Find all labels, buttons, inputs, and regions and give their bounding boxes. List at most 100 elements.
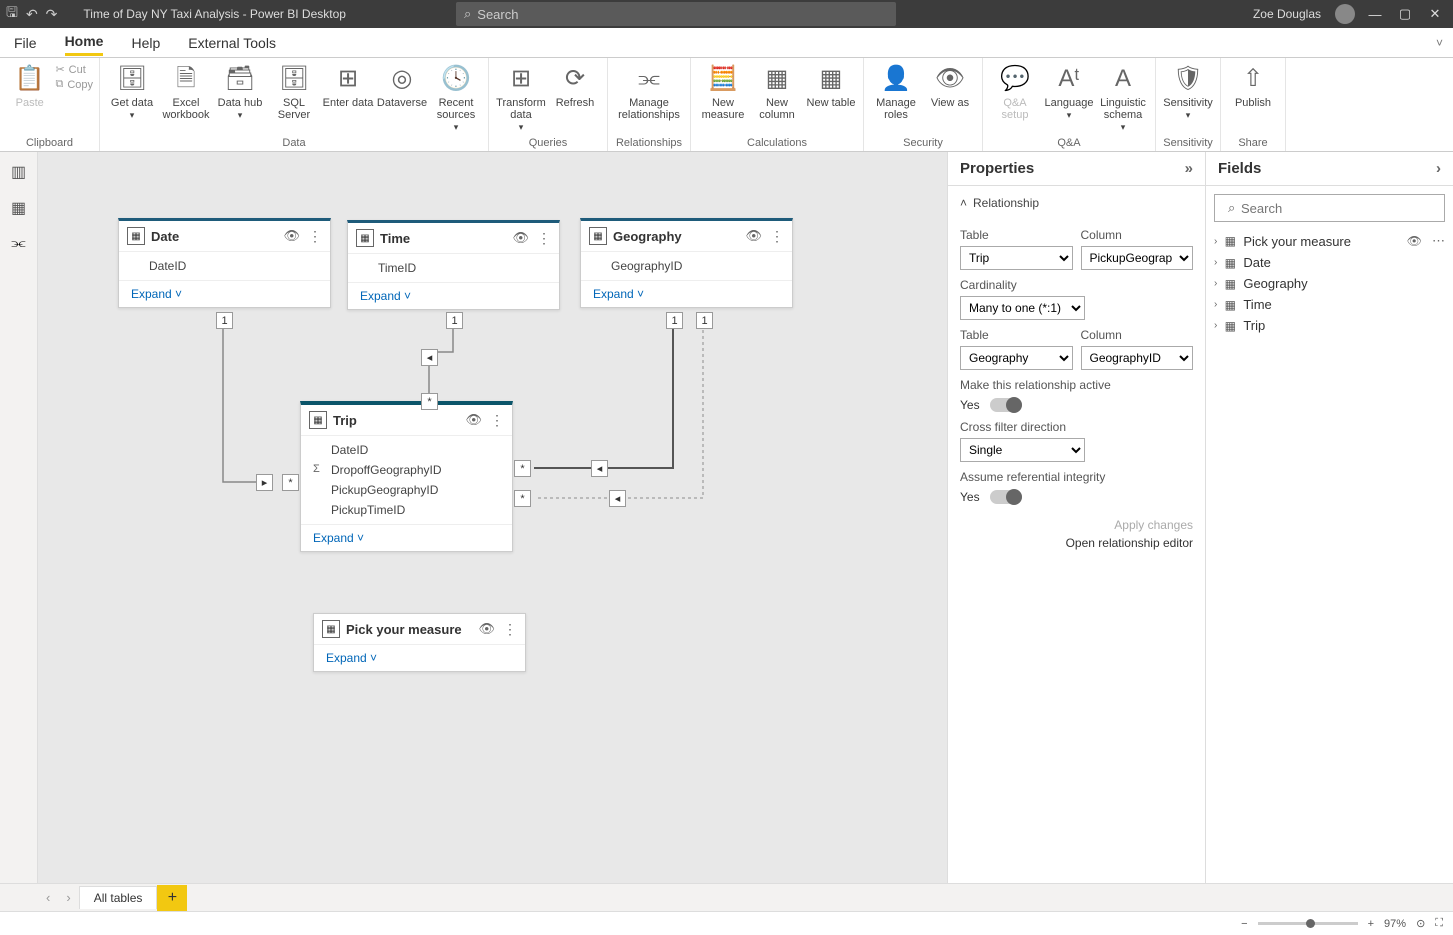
chevron-down-icon: ˅ (637, 287, 644, 301)
fullscreen-icon[interactable]: ⛶ (1435, 917, 1443, 930)
minimize-button[interactable]: — (1365, 7, 1385, 22)
sql-server-button[interactable]: 🗄SQL Server (268, 61, 320, 121)
redo-icon[interactable]: ↷ (46, 6, 58, 23)
linguistic-schema-button[interactable]: ALinguistic schema▾ (1097, 61, 1149, 133)
referential-toggle[interactable] (990, 490, 1022, 504)
column1-select[interactable]: PickupGeographyID (1081, 246, 1194, 270)
user-name[interactable]: Zoe Douglas (1253, 7, 1321, 21)
cardinality-select[interactable]: Many to one (*:1) (960, 296, 1085, 320)
ribbon-tabs: File Home Help External Tools ˅ (0, 28, 1453, 58)
model-canvas[interactable]: ▦ Date 👁 ⋮ DateID Expand ˅ ▦ Time 👁 ⋮ Ti… (38, 152, 947, 883)
collapse-ribbon-icon[interactable]: ˅ (1436, 36, 1443, 50)
maximize-button[interactable]: ▢ (1395, 6, 1415, 22)
new-measure-button[interactable]: 🧮New measure (697, 61, 749, 121)
relationship-section[interactable]: ˄ Relationship (960, 196, 1193, 210)
sensitivity-icon: 🛡 (1172, 63, 1204, 95)
recent-sources-button[interactable]: 🕓Recent sources▾ (430, 61, 482, 133)
dataverse-button[interactable]: ◎Dataverse (376, 61, 428, 109)
visibility-icon[interactable]: 👁 (465, 412, 482, 428)
collapse-panel-icon[interactable]: › (1436, 160, 1441, 177)
data-hub-button[interactable]: 🗃Data hub▾ (214, 61, 266, 121)
tab-help[interactable]: Help (131, 31, 160, 55)
expand-button[interactable]: Expand ˅ (348, 282, 559, 309)
table1-select[interactable]: Trip (960, 246, 1073, 270)
field-table-date[interactable]: ›▦ Date (1214, 252, 1445, 273)
tab-external-tools[interactable]: External Tools (188, 31, 276, 55)
sensitivity-button[interactable]: 🛡Sensitivity▾ (1162, 61, 1214, 121)
zoom-slider[interactable] (1258, 922, 1358, 925)
add-page-button[interactable]: + (157, 885, 187, 911)
manage-relationships-button[interactable]: ⫘Manage relationships (614, 61, 684, 121)
zoom-in-button[interactable]: + (1368, 918, 1374, 930)
get-data-button[interactable]: 🗄Get data▾ (106, 61, 158, 121)
enter-data-button[interactable]: ⊞Enter data (322, 61, 374, 109)
column-pickuptimeid[interactable]: PickupTimeID (301, 500, 512, 520)
report-view-icon[interactable]: ▥ (7, 160, 31, 184)
table-date[interactable]: ▦ Date 👁 ⋮ DateID Expand ˅ (118, 218, 331, 308)
view-as-button[interactable]: 👁View as (924, 61, 976, 109)
new-column-button[interactable]: ▦New column (751, 61, 803, 121)
column-dateid[interactable]: DateID (301, 440, 512, 460)
more-icon[interactable]: ⋯ (1432, 233, 1445, 249)
table-pick-your-measure[interactable]: ▦ Pick your measure 👁 ⋮ Expand ˅ (313, 613, 526, 672)
expand-button[interactable]: Expand ˅ (119, 280, 330, 307)
table-geography[interactable]: ▦ Geography 👁 ⋮ GeographyID Expand ˅ (580, 218, 793, 308)
field-table-geography[interactable]: ›▦ Geography (1214, 273, 1445, 294)
cut-button: ✂Cut (55, 63, 93, 76)
close-button[interactable]: ✕ (1425, 6, 1445, 22)
column-timeid[interactable]: TimeID (348, 258, 559, 278)
fit-to-page-icon[interactable]: ⊙ (1416, 917, 1425, 930)
more-icon[interactable]: ⋮ (503, 621, 517, 638)
next-page-button[interactable]: › (58, 890, 78, 905)
zoom-out-button[interactable]: − (1241, 918, 1247, 930)
cardinality-many: * (421, 393, 438, 410)
collapse-panel-icon[interactable]: » (1185, 160, 1193, 177)
table-trip[interactable]: ▦ Trip 👁 ⋮ DateID ΣDropoffGeographyID Pi… (300, 401, 513, 552)
more-icon[interactable]: ⋮ (770, 228, 784, 245)
tab-all-tables[interactable]: All tables (79, 886, 158, 909)
publish-button[interactable]: ⇧Publish (1227, 61, 1279, 109)
more-icon[interactable]: ⋮ (537, 230, 551, 247)
column2-select[interactable]: GeographyID (1081, 346, 1194, 370)
expand-button[interactable]: Expand ˅ (301, 524, 512, 551)
data-view-icon[interactable]: ▦ (7, 196, 31, 220)
visibility-icon[interactable]: 👁 (283, 228, 300, 244)
manage-roles-button[interactable]: 👤Manage roles (870, 61, 922, 121)
undo-icon[interactable]: ↶ (26, 6, 38, 23)
new-table-button[interactable]: ▦New table (805, 61, 857, 109)
field-table-pick-your-measure[interactable]: ›▦ Pick your measure 👁 ⋯ (1214, 230, 1445, 252)
more-icon[interactable]: ⋮ (308, 228, 322, 245)
avatar[interactable] (1335, 4, 1355, 24)
field-table-time[interactable]: ›▦ Time (1214, 294, 1445, 315)
column-dateid[interactable]: DateID (119, 256, 330, 276)
visibility-icon[interactable]: 👁 (478, 621, 495, 637)
tab-home[interactable]: Home (65, 29, 104, 56)
visibility-icon[interactable]: 👁 (1407, 234, 1422, 248)
prev-page-button[interactable]: ‹ (38, 890, 58, 905)
language-button[interactable]: AᵗLanguage▾ (1043, 61, 1095, 121)
table-icon: ▦ (127, 227, 145, 245)
visibility-icon[interactable]: 👁 (512, 230, 529, 246)
excel-button[interactable]: 🗎Excel workbook (160, 61, 212, 121)
column-geographyid[interactable]: GeographyID (581, 256, 792, 276)
expand-button[interactable]: Expand ˅ (314, 644, 525, 671)
refresh-button[interactable]: ⟳Refresh (549, 61, 601, 109)
global-search[interactable]: ⌕ Search (456, 2, 896, 26)
tab-file[interactable]: File (14, 31, 37, 55)
fields-search-input[interactable] (1214, 194, 1445, 222)
save-icon[interactable]: 🖫 (6, 2, 18, 26)
model-view-icon[interactable]: ⫘ (7, 232, 31, 256)
transform-data-button[interactable]: ⊞Transform data▾ (495, 61, 547, 133)
expand-button[interactable]: Expand ˅ (581, 280, 792, 307)
table-time[interactable]: ▦ Time 👁 ⋮ TimeID Expand ˅ (347, 220, 560, 310)
apply-changes-link: Apply changes (960, 518, 1193, 532)
column-pickupgeographyid[interactable]: PickupGeographyID (301, 480, 512, 500)
more-icon[interactable]: ⋮ (490, 412, 504, 429)
field-table-trip[interactable]: ›▦ Trip (1214, 315, 1445, 336)
active-toggle[interactable] (990, 398, 1022, 412)
crossfilter-select[interactable]: Single (960, 438, 1085, 462)
visibility-icon[interactable]: 👁 (745, 228, 762, 244)
open-relationship-editor-link[interactable]: Open relationship editor (960, 536, 1193, 550)
column-dropoffgeographyid[interactable]: ΣDropoffGeographyID (301, 460, 512, 480)
table2-select[interactable]: Geography (960, 346, 1073, 370)
